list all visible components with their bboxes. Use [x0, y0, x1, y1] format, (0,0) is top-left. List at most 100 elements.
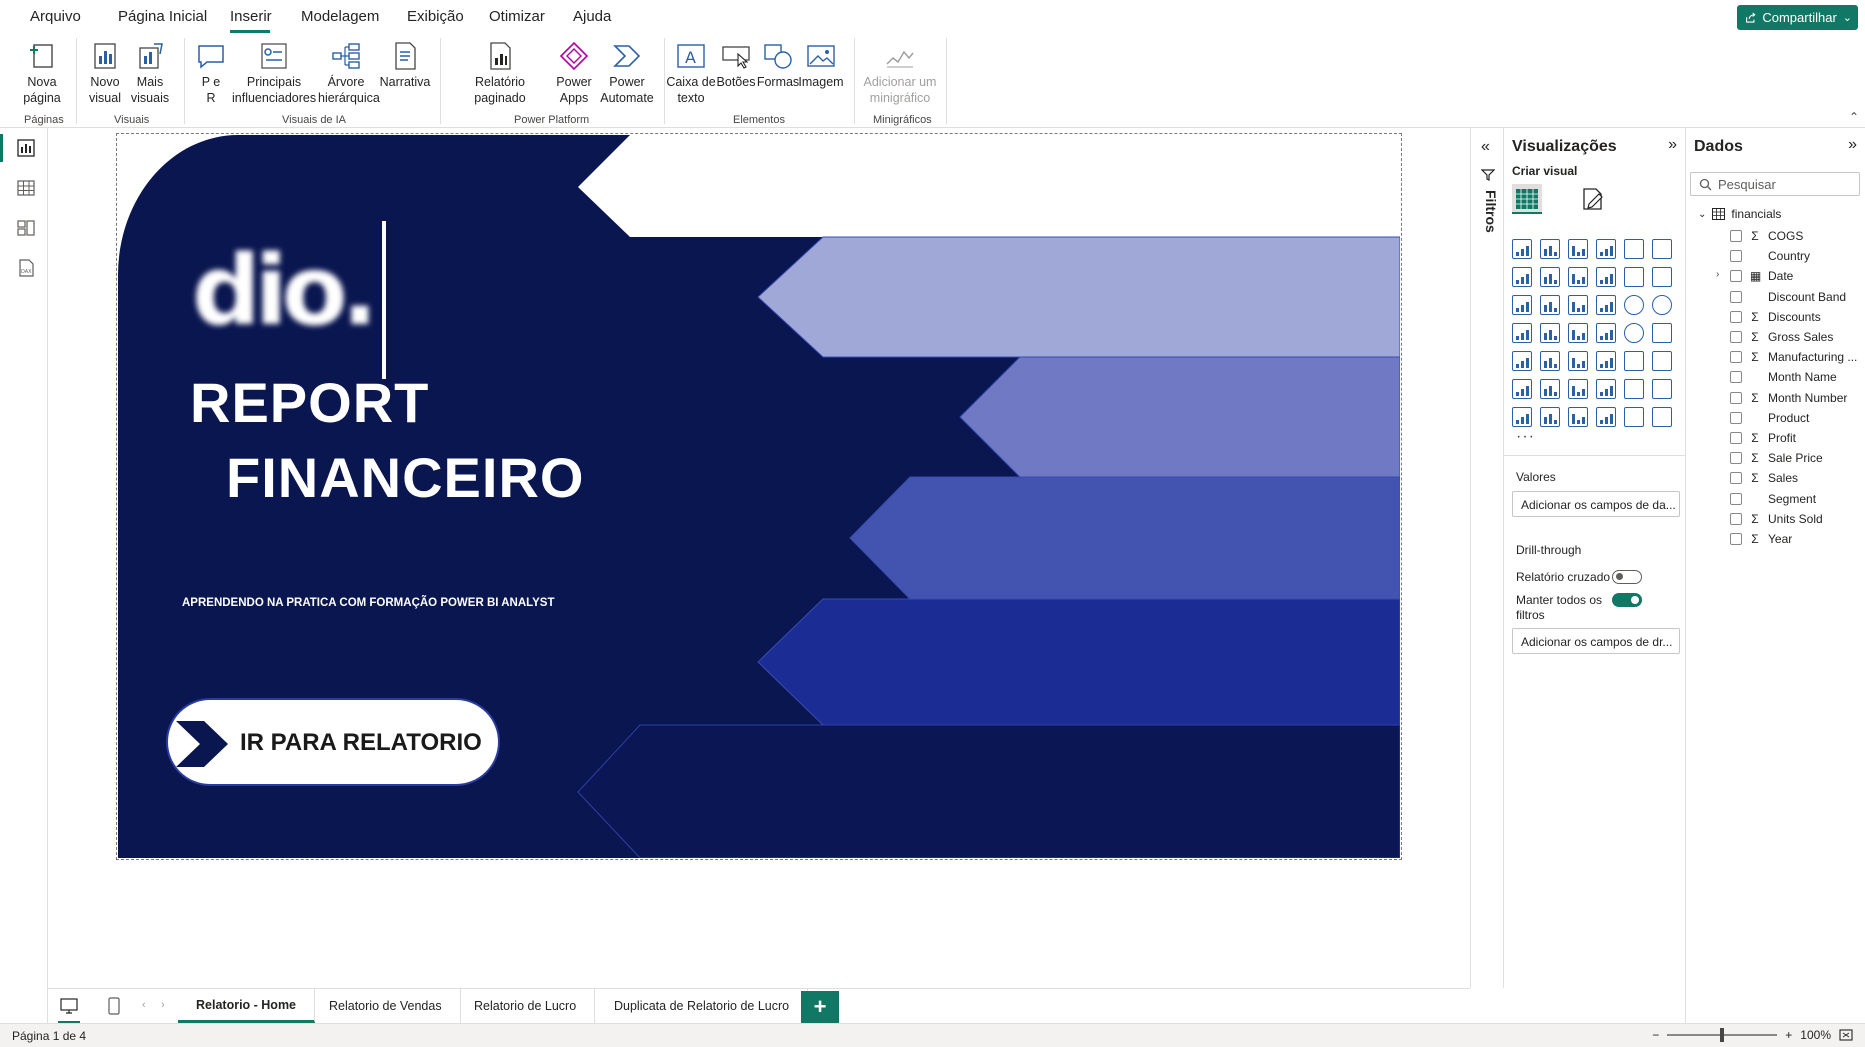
adicionar-minigrafico-button[interactable]: Adicionar um minigráfico	[858, 40, 942, 106]
field-row[interactable]: Σ Year	[1730, 530, 1792, 548]
tab-relatorio-home[interactable]: Relatorio - Home	[178, 989, 316, 1023]
scatter-visual-icon[interactable]	[1596, 295, 1616, 315]
formas-button[interactable]: Formas	[756, 40, 800, 90]
drillthrough-drop-zone[interactable]: Adicionar os campos de dr...	[1512, 628, 1680, 654]
stacked-bar-100-visual-icon[interactable]	[1624, 239, 1644, 259]
donut-visual-icon[interactable]	[1652, 295, 1672, 315]
ir-para-relatorio-button[interactable]: IR PARA RELATORIO	[166, 698, 500, 786]
filters-label[interactable]: Filtros	[1483, 190, 1499, 233]
build-visual-tab[interactable]	[1512, 184, 1542, 214]
zoom-slider[interactable]	[1667, 1028, 1778, 1042]
python-visual-visual-icon[interactable]	[1512, 379, 1532, 399]
narrativa-button[interactable]: Narrativa	[378, 40, 432, 90]
line-visual-icon[interactable]	[1512, 267, 1532, 287]
area-visual-icon[interactable]	[1540, 267, 1560, 287]
field-checkbox[interactable]	[1730, 230, 1742, 242]
goals-visual-icon[interactable]	[1652, 379, 1672, 399]
menu-modelagem[interactable]: Modelagem	[301, 8, 379, 25]
zoom-out-button[interactable]: −	[1652, 1028, 1659, 1042]
table-visual-icon[interactable]	[1596, 351, 1616, 371]
menu-exibicao[interactable]: Exibição	[407, 8, 464, 25]
zoom-slider-thumb[interactable]	[1720, 1028, 1725, 1042]
field-row[interactable]: Σ Manufacturing ...	[1730, 348, 1857, 366]
field-checkbox[interactable]	[1730, 371, 1742, 384]
format-visual-icon[interactable]	[1580, 186, 1606, 212]
tab-relatorio-lucro[interactable]: Relatorio de Lucro	[456, 989, 596, 1023]
zoom-in-button[interactable]: +	[1785, 1028, 1792, 1042]
field-checkbox[interactable]	[1730, 351, 1742, 364]
field-checkbox[interactable]	[1730, 331, 1742, 343]
map-visual-icon[interactable]	[1540, 323, 1560, 343]
menu-inserir[interactable]: Inserir	[230, 8, 272, 25]
stacked-column-visual-icon[interactable]	[1540, 239, 1560, 259]
report-page[interactable]: dio. REPORT FINANCEIRO APRENDENDO NA PRA…	[116, 133, 1402, 860]
qa-visual-icon[interactable]	[1596, 379, 1616, 399]
p-e-r-button[interactable]: P e R	[192, 40, 230, 106]
field-row[interactable]: Discount Band	[1730, 288, 1846, 306]
report-view-icon[interactable]	[16, 138, 36, 158]
field-row[interactable]: Σ Gross Sales	[1730, 328, 1833, 346]
card-visual-icon[interactable]	[1652, 323, 1672, 343]
ribbon-visual-icon[interactable]	[1512, 295, 1532, 315]
manter-filtros-toggle[interactable]	[1612, 593, 1642, 607]
next-page-icon[interactable]: ›	[161, 999, 165, 1011]
valores-drop-zone[interactable]: Adicionar os campos de da...	[1512, 491, 1680, 517]
expand-date-icon[interactable]: ›	[1716, 269, 1719, 280]
key-influencers-visual-icon[interactable]	[1540, 379, 1560, 399]
field-checkbox[interactable]	[1730, 432, 1742, 444]
field-row[interactable]: Country	[1730, 247, 1810, 265]
mais-visuais-button[interactable]: Mais visuais	[128, 40, 172, 106]
clustered-bar-visual-icon[interactable]	[1568, 239, 1588, 259]
matrix-visual-icon[interactable]	[1624, 351, 1644, 371]
more-visuals-icon[interactable]: ···	[1516, 428, 1535, 446]
power-automate-visual-visual-icon[interactable]	[1596, 407, 1616, 427]
treemap-visual-icon[interactable]	[1512, 323, 1532, 343]
menu-arquivo[interactable]: Arquivo	[30, 8, 81, 25]
share-button[interactable]: Compartilhar ⌄	[1737, 5, 1858, 30]
field-checkbox[interactable]	[1730, 452, 1742, 465]
menu-otimizar[interactable]: Otimizar	[489, 8, 545, 25]
field-checkbox[interactable]	[1730, 270, 1742, 283]
botoes-button[interactable]: Botões	[716, 40, 756, 90]
power-apps-visual-visual-icon[interactable]	[1568, 407, 1588, 427]
multi-row-card-visual-icon[interactable]	[1512, 351, 1532, 371]
stacked-area-visual-icon[interactable]	[1568, 267, 1588, 287]
nova-pagina-button[interactable]: Nova página	[14, 40, 70, 106]
line-clustered-column-visual-icon[interactable]	[1652, 267, 1672, 287]
collapse-data-icon[interactable]: »	[1848, 136, 1857, 154]
collapse-visualizations-icon[interactable]: »	[1668, 136, 1677, 154]
power-automate-flow-visual-icon[interactable]	[1652, 407, 1672, 427]
decomposition-tree-visual-icon[interactable]	[1568, 379, 1588, 399]
field-row[interactable]: Σ Units Sold	[1730, 510, 1823, 528]
imagem-button[interactable]: Imagem	[798, 40, 844, 90]
table-financials[interactable]: ⌄ financials	[1698, 207, 1781, 221]
table-view-icon[interactable]	[16, 178, 36, 198]
field-row[interactable]: Σ Month Number	[1730, 389, 1847, 407]
desktop-layout-icon[interactable]	[60, 998, 78, 1014]
funnel-visual-icon[interactable]	[1568, 295, 1588, 315]
search-input[interactable]: Pesquisar	[1690, 172, 1860, 196]
field-row[interactable]: Segment	[1730, 490, 1816, 508]
field-row[interactable]: Σ Sale Price	[1730, 449, 1823, 467]
line-column-visual-icon[interactable]	[1624, 267, 1644, 287]
field-checkbox[interactable]	[1730, 250, 1742, 263]
field-checkbox[interactable]	[1730, 492, 1742, 505]
field-checkbox[interactable]	[1730, 411, 1742, 424]
kpi-visual-icon[interactable]	[1540, 351, 1560, 371]
field-checkbox[interactable]	[1730, 391, 1742, 404]
gauge-visual-icon[interactable]	[1624, 323, 1644, 343]
field-row[interactable]: Σ Sales	[1730, 469, 1798, 487]
model-view-icon[interactable]	[16, 218, 36, 238]
mobile-layout-icon[interactable]	[108, 997, 120, 1015]
area-100-visual-icon[interactable]	[1596, 267, 1616, 287]
collapse-ribbon-icon[interactable]: ⌃	[1849, 110, 1859, 124]
field-row[interactable]: Product	[1730, 409, 1809, 427]
field-checkbox[interactable]	[1730, 512, 1742, 525]
power-automate-button[interactable]: Power Automate	[596, 40, 658, 106]
r-visual-visual-icon[interactable]	[1652, 351, 1672, 371]
filled-map-visual-icon[interactable]	[1568, 323, 1588, 343]
stacked-bar-visual-icon[interactable]	[1512, 239, 1532, 259]
caixa-texto-button[interactable]: A Caixa de texto	[666, 40, 716, 106]
field-row[interactable]: ▦ Date	[1730, 267, 1793, 285]
narrative-visual-icon[interactable]	[1624, 379, 1644, 399]
